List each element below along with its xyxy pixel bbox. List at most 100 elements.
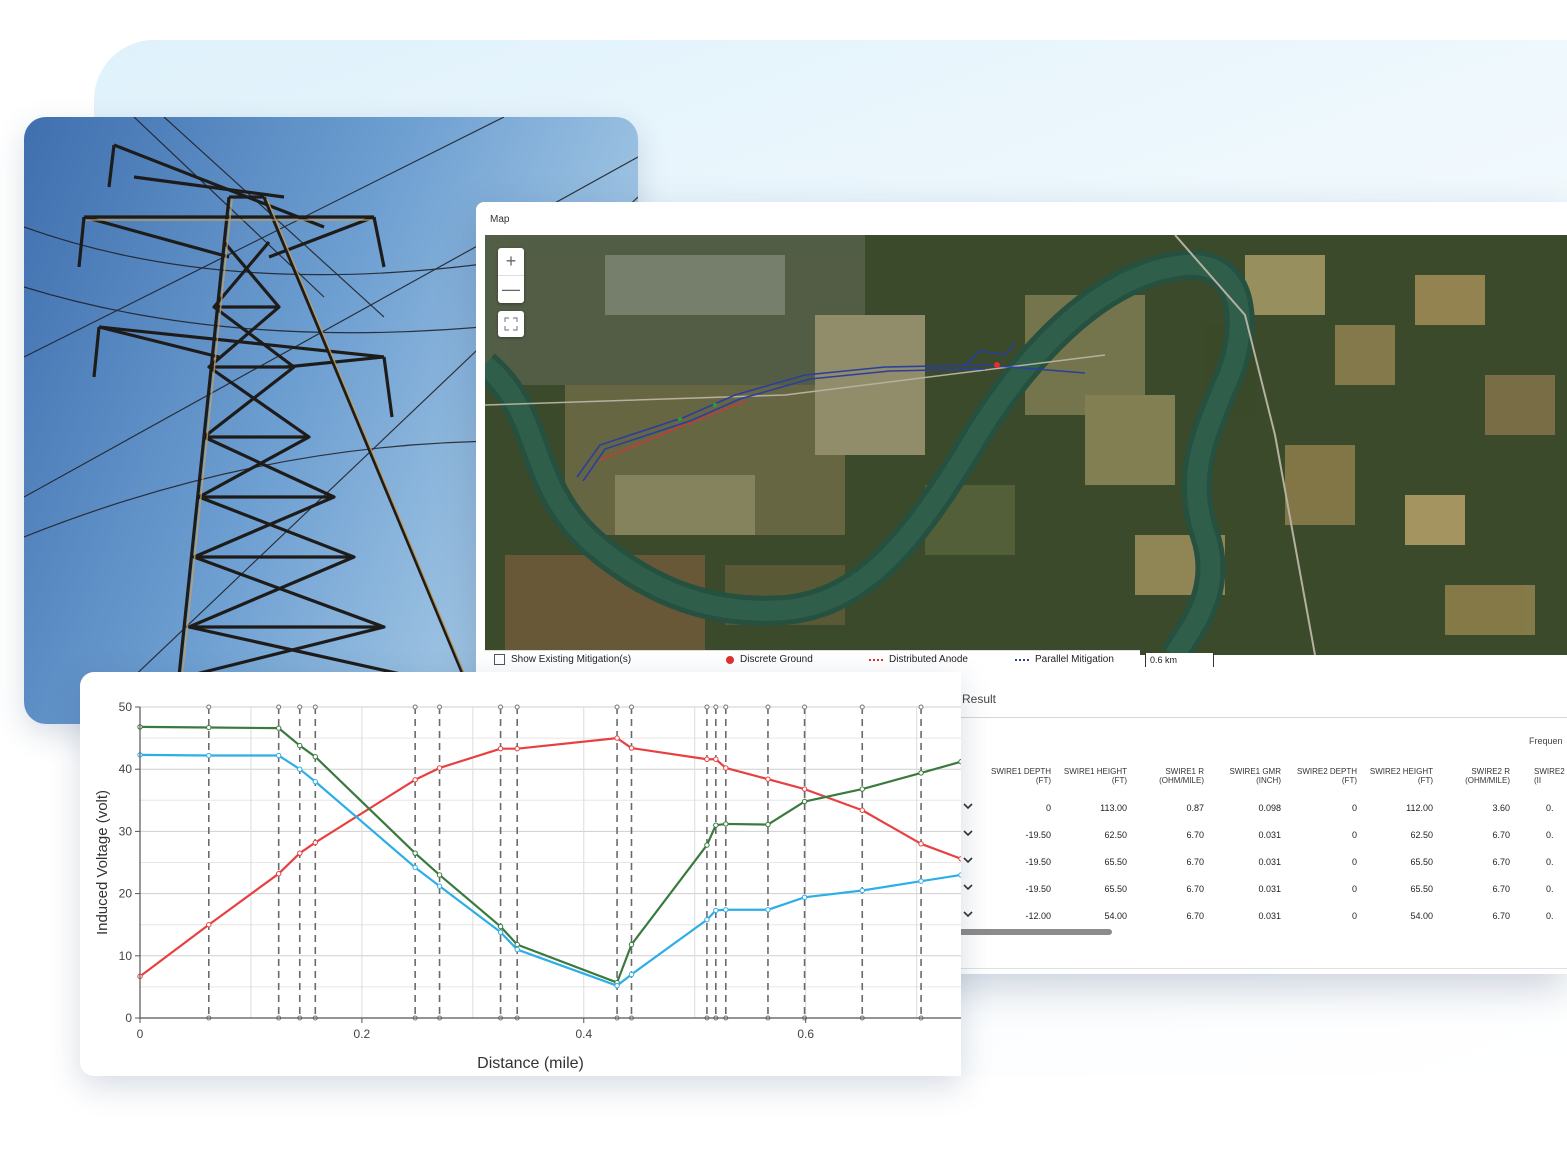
map-legend: Show Existing Mitigation(s) Discrete Gro… — [485, 650, 1140, 669]
column-header: SWIRE1 DEPTH (FT) — [990, 767, 1051, 785]
data-point — [514, 941, 520, 948]
table-row[interactable]: -19.50 62.50 6.70 0.031 0 62.50 6.70 0. — [956, 830, 1567, 857]
data-point — [723, 907, 729, 913]
data-point — [312, 754, 318, 760]
data-point — [918, 770, 924, 776]
horizontal-scrollbar[interactable] — [952, 929, 1112, 935]
data-point — [275, 870, 282, 877]
table-cell: 0.031 — [1258, 857, 1281, 867]
data-point — [275, 725, 282, 731]
series-line-2 — [139, 753, 961, 987]
x-axis-label: Distance (mile) — [477, 1055, 584, 1072]
table-cell: 65.50 — [1104, 857, 1127, 867]
show-existing-mitigation-toggle[interactable]: Show Existing Mitigation(s) — [494, 654, 631, 665]
legend-distributed-anode: Distributed Anode — [869, 654, 968, 665]
data-point — [859, 786, 865, 792]
marker-cap — [312, 704, 318, 710]
marker-cap — [918, 704, 924, 710]
data-point — [958, 872, 961, 878]
table-cell: 0 — [1351, 857, 1357, 867]
data-point — [436, 765, 443, 771]
data-point — [514, 745, 520, 752]
table-cell: 6.70 — [1492, 884, 1510, 894]
marker-cap — [412, 704, 418, 710]
data-point — [918, 878, 924, 884]
y-tick-label: 20 — [119, 887, 133, 901]
data-point — [713, 822, 719, 828]
induced-voltage-chart: 0 10 20 30 40 50 0 0.2 0.4 0.6 Distance (mile) Indu… — [80, 672, 961, 1076]
table-row[interactable]: 0 113.00 0.87 0.098 0 112.00 3.60 0. — [956, 803, 1567, 830]
data-point — [412, 777, 418, 783]
data-point — [704, 917, 710, 923]
table-cell: -12.00 — [1025, 911, 1051, 921]
fullscreen-button[interactable] — [498, 311, 524, 337]
column-header: SWIRE2 DEPTH (FT) — [1296, 767, 1357, 785]
y-tick-label: 50 — [119, 700, 133, 714]
marker-cap — [297, 704, 303, 710]
table-cell: 62.50 — [1104, 830, 1127, 840]
checkbox[interactable] — [494, 654, 505, 665]
data-point — [412, 850, 418, 856]
table-cell: 0. — [1546, 911, 1554, 921]
data-point — [312, 778, 318, 785]
table-cell: 0 — [1045, 803, 1051, 813]
divider — [916, 717, 1567, 718]
table-cell: 0 — [1351, 830, 1357, 840]
data-point — [497, 923, 504, 930]
zoom-out-button[interactable]: — — [498, 275, 524, 303]
column-header: SWIRE2 (II — [1534, 767, 1565, 785]
y-axis-label: Induced Voltage (volt) — [94, 790, 111, 935]
y-tick-label: 40 — [119, 762, 133, 776]
table-cell: 6.70 — [1186, 884, 1204, 894]
data-point — [801, 798, 808, 805]
y-tick-label: 0 — [125, 1011, 132, 1025]
table-cell: 0. — [1546, 803, 1554, 813]
data-point — [206, 922, 212, 928]
marker-cap — [614, 704, 620, 710]
data-point — [918, 841, 924, 847]
data-point — [312, 839, 318, 846]
data-point — [436, 883, 443, 889]
chevron-down-icon[interactable] — [962, 800, 974, 812]
column-header: SWIRE2 HEIGHT (FT) — [1369, 767, 1433, 785]
data-point — [801, 894, 808, 901]
data-point — [436, 872, 443, 878]
chevron-down-icon[interactable] — [962, 881, 974, 893]
legend-parallel-mitigation: Parallel Mitigation — [1015, 654, 1114, 665]
discrete-ground-label: Discrete Ground — [740, 654, 813, 665]
chevron-down-icon[interactable] — [962, 827, 974, 839]
data-point — [958, 759, 961, 765]
table-cell: 54.00 — [1410, 911, 1433, 921]
table-cell: 0.098 — [1258, 803, 1281, 813]
table-cell: 0. — [1546, 830, 1554, 840]
table-cell: -19.50 — [1025, 884, 1051, 894]
table-row[interactable]: -19.50 65.50 6.70 0.031 0 65.50 6.70 0. — [956, 857, 1567, 884]
column-header: SWIRE2 R (OHM/MILE) — [1465, 767, 1510, 785]
chevron-down-icon[interactable] — [962, 908, 974, 920]
table-row[interactable]: -19.50 65.50 6.70 0.031 0 65.50 6.70 0. — [956, 884, 1567, 911]
data-point — [297, 850, 303, 856]
data-point — [497, 929, 504, 935]
series-line-1 — [139, 725, 961, 984]
data-point — [614, 735, 620, 741]
table-cell: 6.70 — [1186, 911, 1204, 921]
table-cell: 0 — [1351, 911, 1357, 921]
legend-discrete-ground: Discrete Ground — [726, 654, 813, 665]
zoom-in-button[interactable]: + — [498, 248, 524, 275]
marker-cap — [206, 704, 212, 710]
satellite-map[interactable]: + — — [485, 235, 1567, 655]
discrete-ground-icon — [726, 655, 734, 664]
chevron-down-icon[interactable] — [962, 854, 974, 866]
chart-canvas: 0 10 20 30 40 50 0 0.2 0.4 0.6 Distance (mile) Indu… — [94, 700, 961, 1072]
table-cell: 65.50 — [1410, 884, 1433, 894]
data-point — [206, 724, 212, 731]
marker-cap — [514, 704, 520, 710]
marker-cap — [713, 704, 719, 710]
data-point — [514, 946, 520, 953]
table-cell: 0. — [1546, 857, 1554, 867]
data-point — [713, 756, 719, 762]
marker-cap — [498, 704, 504, 710]
result-panel-title: Result — [962, 692, 997, 706]
column-header: SWIRE1 R (OHM/MILE) — [1159, 767, 1204, 785]
x-tick-label: 0 — [137, 1027, 144, 1041]
